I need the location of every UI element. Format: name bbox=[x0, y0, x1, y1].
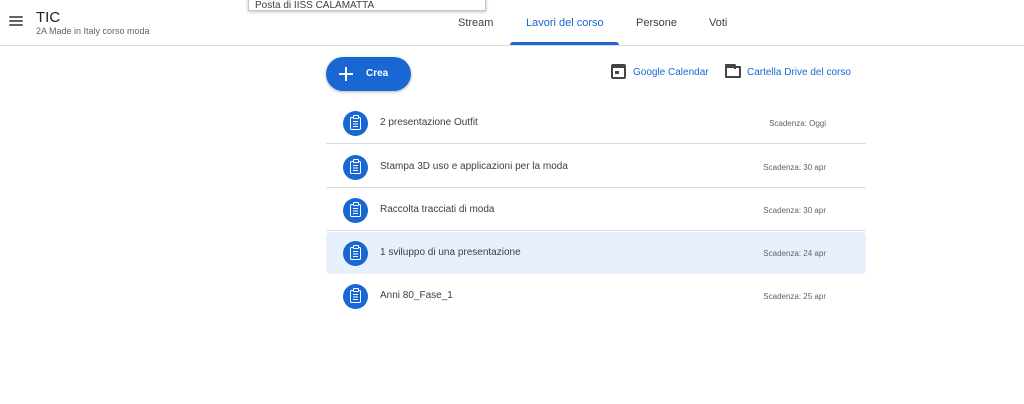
account-dropdown-item[interactable]: Posta di IISS CALAMATTA bbox=[248, 0, 486, 11]
calendar-icon bbox=[611, 64, 626, 79]
assignment-icon bbox=[343, 284, 368, 309]
tab-persone[interactable]: Persone bbox=[636, 17, 677, 29]
assignment-icon bbox=[343, 155, 368, 180]
tab-voti[interactable]: Voti bbox=[709, 17, 727, 29]
assignment-title: 2 presentazione Outfit bbox=[380, 117, 478, 128]
create-button[interactable]: Crea bbox=[326, 57, 411, 91]
assignment-title: Stampa 3D uso e applicazioni per la moda bbox=[380, 161, 568, 172]
assignment-icon bbox=[343, 111, 368, 136]
assignment-row[interactable]: 2 presentazione Outfit Scadenza: Oggi bbox=[326, 102, 866, 144]
assignment-row[interactable]: Anni 80_Fase_1 Scadenza: 25 apr bbox=[326, 275, 866, 317]
class-subtitle: 2A Made in Italy corso moda bbox=[36, 26, 150, 36]
assignment-due-date: Scadenza: 25 apr bbox=[763, 292, 826, 301]
assignment-row[interactable]: Stampa 3D uso e applicazioni per la moda… bbox=[326, 146, 866, 188]
assignment-due-date: Scadenza: 24 apr bbox=[763, 249, 826, 258]
assignment-title: Raccolta tracciati di moda bbox=[380, 204, 495, 215]
assignment-due-date: Scadenza: Oggi bbox=[769, 119, 826, 128]
hamburger-menu-icon[interactable] bbox=[6, 11, 26, 31]
assignment-title: Anni 80_Fase_1 bbox=[380, 290, 453, 301]
assignment-icon bbox=[343, 241, 368, 266]
drive-folder-label: Cartella Drive del corso bbox=[747, 67, 851, 78]
create-button-label: Crea bbox=[366, 68, 389, 79]
assignment-row[interactable]: Raccolta tracciati di moda Scadenza: 30 … bbox=[326, 189, 866, 231]
tab-stream[interactable]: Stream bbox=[458, 17, 493, 29]
assignment-due-date: Scadenza: 30 apr bbox=[763, 163, 826, 172]
class-title[interactable]: TIC bbox=[36, 9, 60, 26]
assignment-title: 1 sviluppo di una presentazione bbox=[380, 247, 521, 258]
active-tab-indicator bbox=[510, 42, 619, 45]
assignment-icon bbox=[343, 198, 368, 223]
google-calendar-label: Google Calendar bbox=[633, 67, 709, 78]
plus-icon bbox=[338, 66, 354, 82]
folder-icon bbox=[725, 64, 741, 78]
assignment-row-highlighted[interactable]: 1 sviluppo di una presentazione Scadenza… bbox=[326, 232, 866, 274]
tab-lavori-del-corso[interactable]: Lavori del corso bbox=[526, 17, 604, 29]
top-app-bar: TIC 2A Made in Italy corso moda Stream L… bbox=[0, 0, 1024, 46]
assignment-due-date: Scadenza: 30 apr bbox=[763, 206, 826, 215]
